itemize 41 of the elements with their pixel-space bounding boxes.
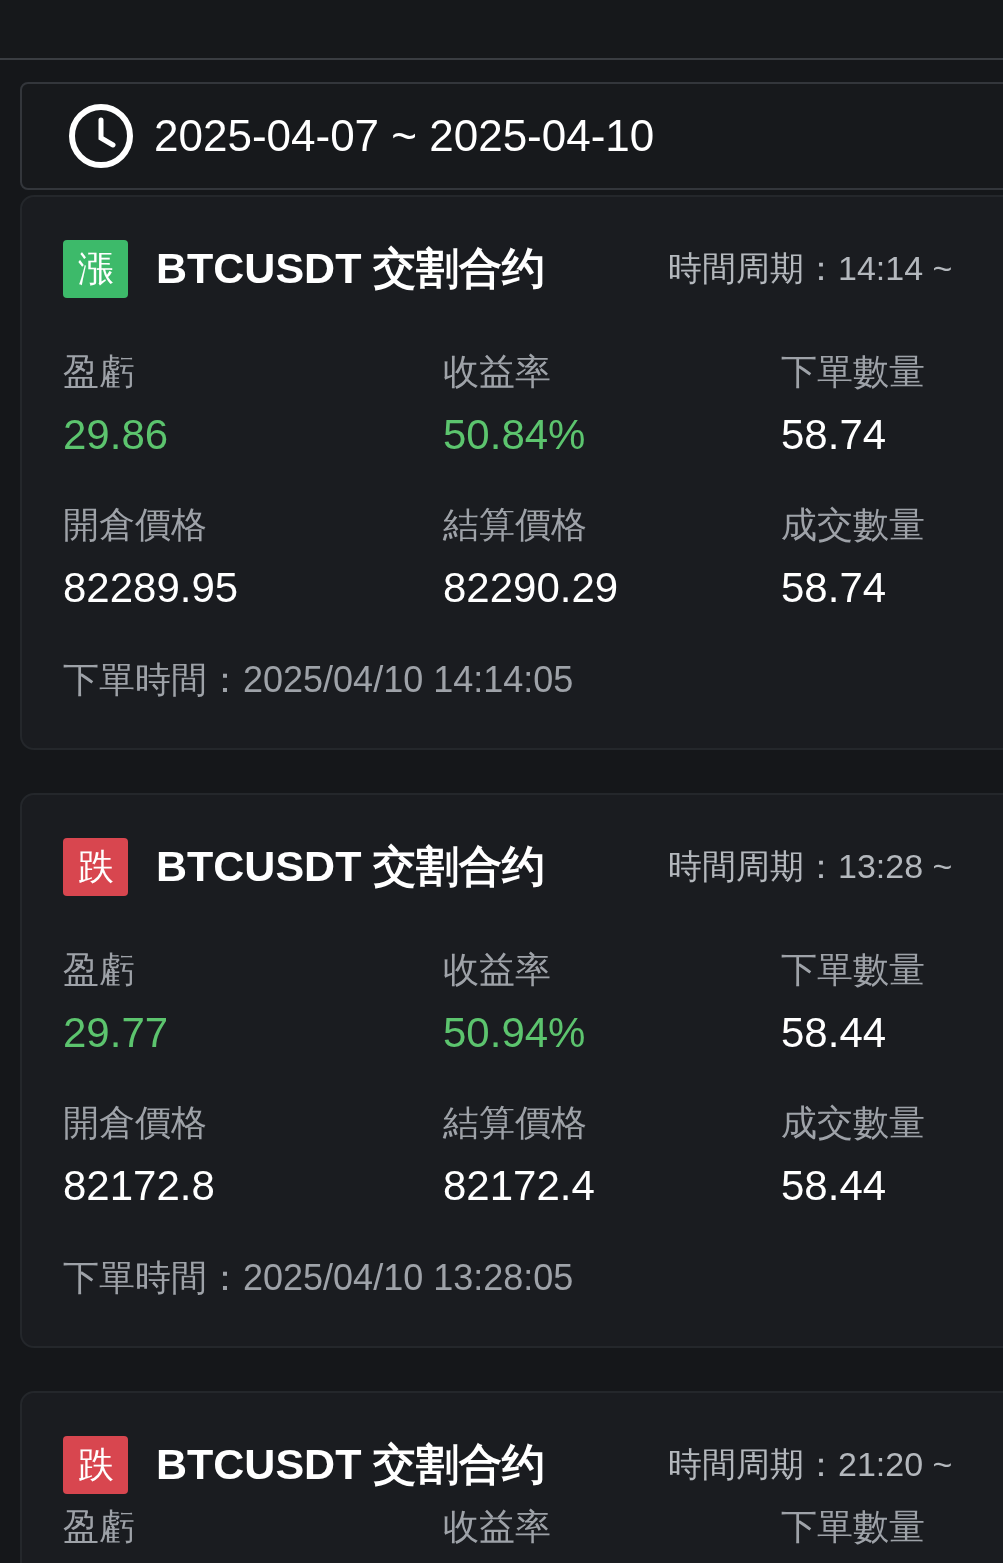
contract-title: BTCUSDT 交割合约 [156, 243, 547, 294]
metric-value: 29.86 [63, 410, 169, 460]
metric-value: 82290.29 [443, 563, 619, 613]
metric-label: 開倉價格 [63, 503, 207, 547]
metric-value: 58.74 [781, 410, 887, 460]
time-period: 時間周期：21:20 ~ [668, 1444, 953, 1485]
metric-value: 50.84% [443, 410, 586, 460]
metric-value: 82172.8 [63, 1161, 215, 1211]
contract-title: BTCUSDT 交割合约 [156, 1439, 547, 1490]
metric-label: 結算價格 [443, 503, 587, 547]
metric-label: 成交數量 [781, 1101, 925, 1145]
contract-title: BTCUSDT 交割合约 [156, 841, 547, 892]
order-time: 下單時間：2025/04/10 14:14:05 [63, 658, 575, 702]
time-period: 時間周期：13:28 ~ [668, 846, 953, 887]
metric-label: 下單數量 [781, 1505, 925, 1549]
metric-value: 29.77 [63, 1008, 169, 1058]
date-range-field[interactable]: 2025-04-07 ~ 2025-04-10 [20, 82, 1003, 190]
date-range-text: 2025-04-07 ~ 2025-04-10 [154, 111, 655, 161]
metric-value: 58.44 [781, 1008, 887, 1058]
metric-value: 50.94% [443, 1008, 586, 1058]
metric-label: 結算價格 [443, 1101, 587, 1145]
metric-value: 58.74 [781, 563, 887, 613]
metric-label: 收益率 [443, 350, 551, 394]
clock-icon [68, 103, 134, 169]
metric-label: 盈虧 [63, 1505, 135, 1549]
metric-label: 盈虧 [63, 948, 135, 992]
metric-label: 開倉價格 [63, 1101, 207, 1145]
metric-label: 收益率 [443, 1505, 551, 1549]
metric-label: 盈虧 [63, 350, 135, 394]
metric-label: 成交數量 [781, 503, 925, 547]
time-period: 時間周期：14:14 ~ [668, 248, 953, 289]
metric-value: 82289.95 [63, 563, 239, 613]
metric-value: 82172.4 [443, 1161, 595, 1211]
direction-badge: 漲 [63, 240, 128, 298]
order-time: 下單時間：2025/04/10 13:28:05 [63, 1256, 575, 1300]
direction-badge: 跌 [63, 1436, 128, 1494]
metric-label: 下單數量 [781, 350, 925, 394]
metric-value: 58.44 [781, 1161, 887, 1211]
metric-label: 收益率 [443, 948, 551, 992]
metric-label: 下單數量 [781, 948, 925, 992]
direction-badge: 跌 [63, 838, 128, 896]
